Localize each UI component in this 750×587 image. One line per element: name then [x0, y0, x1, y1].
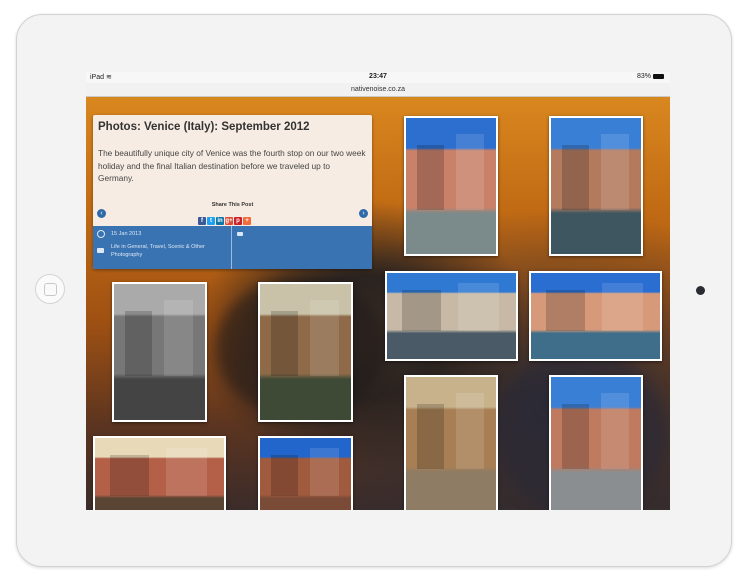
photo-building-shape: [600, 393, 630, 470]
photo-building-shape: [270, 455, 299, 497]
photo-building-shape: [110, 455, 150, 497]
clock-icon: [97, 230, 105, 238]
linkedin-icon[interactable]: in: [216, 217, 224, 225]
photo-building-shape: [402, 290, 442, 332]
pinterest-icon[interactable]: p: [234, 217, 242, 225]
page-content: Photos: Venice (Italy): September 2012 T…: [86, 97, 670, 510]
post-title[interactable]: Photos: Venice (Italy): September 2012: [98, 121, 310, 133]
photo-bw-canal[interactable]: [112, 282, 207, 422]
photo-alley-well[interactable]: [404, 375, 498, 510]
photo-building-shape: [561, 404, 589, 470]
photo-building-shape: [455, 393, 485, 470]
camera-dot: [696, 286, 705, 295]
photo-clock-tower[interactable]: [258, 436, 353, 510]
googleplus-icon[interactable]: g+: [225, 217, 233, 225]
battery-status: 83%: [637, 73, 664, 80]
status-time: 23:47: [369, 73, 387, 80]
facebook-icon[interactable]: f: [198, 217, 206, 225]
post-categories[interactable]: Life in General, Travel, Scenic & Other …: [111, 243, 229, 259]
photo-building-shape: [457, 283, 500, 332]
status-bar: iPad ≋ 23:47 83%: [86, 72, 670, 83]
post-date: 15 Jan 2013: [111, 231, 142, 237]
url-bar[interactable]: nativenoise.co.za: [86, 83, 670, 97]
photo-building-shape: [455, 134, 485, 211]
photo-flower-wall[interactable]: [385, 271, 518, 361]
photo-building-shape: [601, 283, 644, 332]
next-arrow-icon[interactable]: ›: [359, 209, 368, 218]
photo-building-shape: [310, 448, 340, 497]
photo-building-shape: [270, 311, 299, 377]
post-meta-info: 15 Jan 2013 Life in General, Travel, Sce…: [93, 226, 232, 269]
photo-building-shape: [416, 404, 444, 470]
photo-canal-dock[interactable]: [404, 116, 498, 256]
photo-building-shape: [600, 134, 630, 211]
photo-arch-boat[interactable]: [258, 282, 353, 422]
more-icon[interactable]: +: [243, 217, 251, 225]
post-excerpt: The beautifully unique city of Venice wa…: [98, 148, 366, 183]
post-card: Photos: Venice (Italy): September 2012 T…: [93, 115, 372, 269]
twitter-icon[interactable]: t: [207, 217, 215, 225]
post-meta: 15 Jan 2013 Life in General, Travel, Sce…: [93, 226, 372, 269]
ipad-screen: iPad ≋ 23:47 83% nativenoise.co.za Photo…: [86, 72, 670, 510]
comment-icon[interactable]: [237, 232, 243, 236]
share-icons: f t in g+ p +: [198, 209, 252, 225]
photo-building-shape: [124, 311, 153, 377]
photo-building-shape: [310, 300, 340, 377]
battery-icon: [653, 74, 664, 79]
folder-icon: [97, 248, 104, 253]
photo-building-shape: [165, 448, 208, 497]
photo-building-shape: [546, 290, 586, 332]
home-button[interactable]: [35, 274, 65, 304]
photo-grand-canal[interactable]: [529, 271, 662, 361]
prev-arrow-icon[interactable]: ‹: [97, 209, 106, 218]
photo-ornate-bridge[interactable]: [93, 436, 226, 510]
photo-building-shape: [561, 145, 589, 211]
photo-building-shape: [164, 300, 194, 377]
share-label: Share This Post: [211, 202, 254, 208]
photo-bridge-gondola[interactable]: [549, 116, 643, 256]
photo-bridge-steps[interactable]: [549, 375, 643, 510]
photo-building-shape: [416, 145, 444, 211]
